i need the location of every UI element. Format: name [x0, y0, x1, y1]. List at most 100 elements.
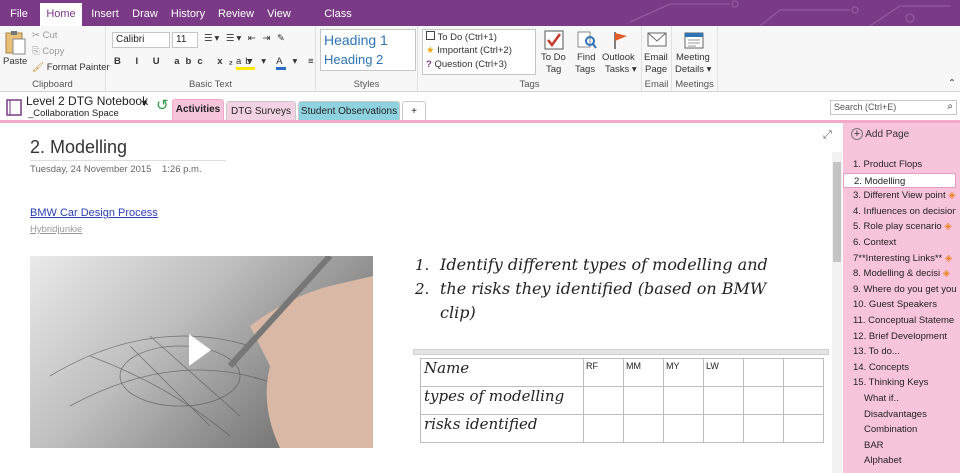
page-list-item[interactable]: 7**Interesting Links** ◈ [843, 251, 956, 266]
tags-group: To Do (Ctrl+1) ★ Important (Ctrl+2) ? Qu… [418, 26, 642, 92]
page-list-item[interactable]: What if.. [843, 391, 956, 406]
table-cell[interactable] [703, 414, 744, 443]
meeting-details-button[interactable]: Meeting Details ▾ [674, 28, 716, 76]
question-icon: ? [426, 59, 432, 70]
table-cell[interactable] [743, 386, 784, 415]
play-icon[interactable] [185, 332, 215, 368]
page-list-item[interactable]: 13. To do... [843, 344, 956, 359]
table-cell[interactable] [743, 358, 784, 387]
page-list-item[interactable]: 3. Different View point ◈ [843, 188, 956, 203]
email-group-label: Email [644, 79, 669, 90]
page-list-item[interactable]: 4. Influences on decision [843, 204, 956, 219]
table-cell[interactable] [663, 414, 704, 443]
table-cell[interactable] [783, 358, 824, 387]
page-list-item[interactable]: Combination [843, 422, 956, 437]
tab-insert[interactable]: Insert [86, 3, 124, 26]
list-buttons[interactable]: ☰▾ ☰▾ ⇤ ⇥ ✎ [204, 33, 287, 44]
table-cell[interactable] [583, 386, 624, 415]
table-cell[interactable]: Name [420, 358, 584, 387]
page-list-item-label: Alphabet [864, 455, 902, 467]
author-link[interactable]: Hybridjunkie [30, 224, 82, 235]
tab-home[interactable]: Home [40, 3, 82, 26]
handwritten-line-3: clip) [440, 303, 476, 322]
page-list-item[interactable]: 11. Conceptual Stateme [843, 313, 956, 328]
styles-gallery[interactable]: Heading 1 Heading 2 [320, 29, 416, 71]
page-list-item[interactable]: 12. Brief Development [843, 329, 956, 344]
table-cell[interactable]: LW [703, 358, 744, 387]
table-cell[interactable] [703, 386, 744, 415]
tag-important[interactable]: ★ Important (Ctrl+2) [426, 45, 512, 56]
add-page-button[interactable]: + Add Page [851, 125, 909, 145]
tab-draw[interactable]: Draw [128, 3, 162, 26]
copy-button[interactable]: ⎘ Copy [32, 46, 64, 57]
table-cell[interactable]: RF [583, 358, 624, 387]
scroll-thumb[interactable] [833, 162, 841, 262]
page-list-item[interactable]: 2. Modelling [843, 172, 956, 188]
table-row: Name RF MM MY LW [420, 358, 824, 387]
table-cell[interactable] [623, 386, 664, 415]
page-list-item-label: 5. Role play scenario [853, 221, 942, 233]
email-page-button[interactable]: Email Page [643, 28, 671, 76]
page-list-item[interactable]: BAR [843, 438, 956, 453]
heading-2-style[interactable]: Heading 2 [324, 52, 383, 67]
table-cell[interactable] [743, 414, 784, 443]
table-cell[interactable] [783, 414, 824, 443]
brush-icon: 🖌 [32, 62, 47, 73]
page-list-item[interactable]: 10. Guest Speakers [843, 297, 956, 312]
page-list-item[interactable]: 6. Context [843, 235, 956, 250]
table-cell[interactable]: MY [663, 358, 704, 387]
find-tags-button[interactable]: Find Tags [572, 28, 600, 76]
search-input[interactable]: Search (Ctrl+E) [834, 102, 896, 112]
add-section-button[interactable]: + [402, 101, 426, 120]
format-painter-button[interactable]: 🖌 Format Painter [32, 62, 110, 73]
page-list-item-label: 12. Brief Development [853, 330, 947, 342]
table-cell[interactable] [583, 414, 624, 443]
page-list-item[interactable]: 5. Role play scenario ◈ [843, 219, 956, 234]
tag-todo[interactable]: To Do (Ctrl+1) [426, 31, 497, 43]
tab-history[interactable]: History [167, 3, 209, 26]
page-list-item[interactable]: 1. Product Flops [843, 157, 956, 172]
table-cell[interactable]: types of modelling [420, 386, 584, 415]
container-handle[interactable] [413, 349, 829, 355]
bmw-link[interactable]: BMW Car Design Process [30, 207, 158, 219]
font-name-box[interactable]: Calibri [112, 32, 170, 48]
table-row: types of modelling [420, 386, 824, 415]
collapse-ribbon-icon[interactable]: ⌃ [948, 78, 956, 89]
table-cell[interactable]: MM [623, 358, 664, 387]
table-cell[interactable]: risks identified [420, 414, 584, 443]
section-tab-dtg-surveys[interactable]: DTG Surveys [226, 101, 296, 120]
tab-class-notebook[interactable]: Class Notebook [302, 3, 374, 43]
table-cell[interactable] [623, 414, 664, 443]
page-list-item[interactable]: 8. Modelling & decisi ◈ [843, 266, 956, 281]
observation-table[interactable]: Name RF MM MY LW types of modelling risk… [420, 358, 824, 443]
search-box[interactable]: Search (Ctrl+E) ⌕ [830, 100, 957, 115]
page-scrollbar[interactable] [832, 152, 842, 473]
page-list-item[interactable]: 14. Concepts [843, 360, 956, 375]
tab-view[interactable]: View [264, 3, 294, 26]
table-cell[interactable] [663, 386, 704, 415]
font-size-box[interactable]: 11 [172, 32, 198, 48]
heading-1-style[interactable]: Heading 1 [324, 32, 388, 48]
video-thumbnail[interactable] [30, 256, 373, 448]
back-arrow-icon[interactable]: ↺ [156, 96, 169, 114]
section-tab-student-observations[interactable]: Student Observations [298, 101, 400, 120]
todo-tag-button[interactable]: To Do Tag [540, 28, 568, 76]
section-tab-activities[interactable]: Activities [172, 99, 224, 120]
page-list-item[interactable]: Alphabet [843, 453, 956, 468]
expand-icon[interactable]: ⤢ [823, 129, 832, 142]
tab-file[interactable]: File [2, 3, 36, 26]
outlook-tasks-button[interactable]: Outlook Tasks ▾ [602, 28, 638, 76]
handwritten-line-1: Identify different types of modelling an… [440, 255, 768, 274]
tags-gallery[interactable]: To Do (Ctrl+1) ★ Important (Ctrl+2) ? Qu… [422, 29, 536, 75]
copy-label: Copy [42, 46, 65, 57]
paste-button[interactable]: Paste [2, 28, 27, 76]
page-list-item[interactable]: 15. Thinking Keys [843, 375, 956, 390]
page-list-item[interactable]: Disadvantages [843, 407, 956, 422]
notebook-selector[interactable]: Level 2 DTG Notebook _Collaboration Spac… [26, 94, 154, 120]
cut-button[interactable]: ✂ Cut [32, 30, 57, 41]
table-cell[interactable] [783, 386, 824, 415]
tab-review[interactable]: Review [214, 3, 258, 26]
page-title[interactable]: 2. Modelling [30, 137, 127, 158]
page-list-item[interactable]: 9. Where do you get you [843, 282, 956, 297]
tag-question[interactable]: ? Question (Ctrl+3) [426, 59, 507, 70]
